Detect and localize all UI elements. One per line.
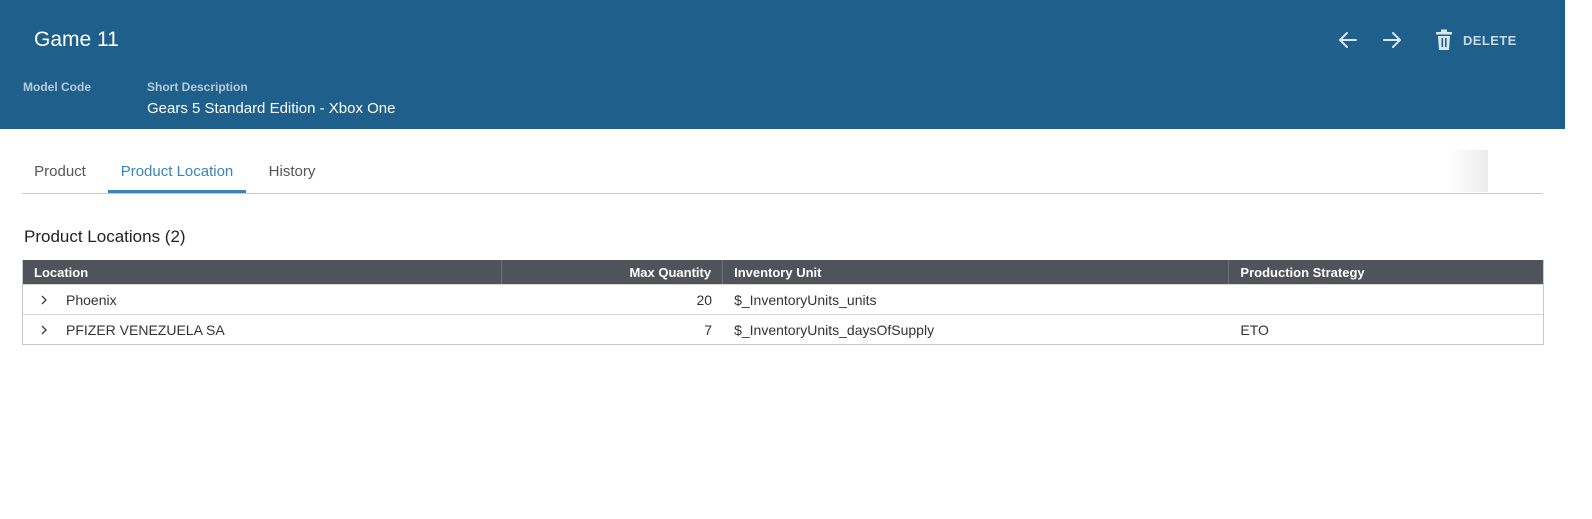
table-row[interactable]: PFIZER VENEZUELA SA 7 $_InventoryUnits_d… xyxy=(23,314,1543,344)
column-header-production-strategy[interactable]: Production Strategy xyxy=(1229,260,1543,284)
production-strategy-cell xyxy=(1229,285,1543,314)
tab-scroll-fade xyxy=(1448,150,1488,192)
location-cell: PFIZER VENEZUELA SA xyxy=(23,315,502,344)
tab-product-location[interactable]: Product Location xyxy=(108,150,246,193)
tab-history[interactable]: History xyxy=(256,150,328,193)
chevron-right-icon[interactable] xyxy=(34,325,54,335)
grid-header: Location Max Quantity Inventory Unit Pro… xyxy=(23,260,1543,284)
trash-icon xyxy=(1436,29,1452,50)
delete-button[interactable]: DELETE xyxy=(1434,26,1517,54)
inventory-unit-cell: $_InventoryUnits_units xyxy=(734,291,877,308)
short-description-value: Gears 5 Standard Edition - Xbox One xyxy=(147,100,396,117)
arrow-right-icon xyxy=(1383,32,1401,48)
record-header: Game 11 DELETE Model Code Short Descript… xyxy=(0,0,1565,129)
table-row[interactable]: Phoenix 20 $_InventoryUnits_units xyxy=(23,284,1543,314)
production-strategy-cell: ETO xyxy=(1240,321,1269,338)
next-record-button[interactable] xyxy=(1378,26,1406,54)
chevron-right-icon[interactable] xyxy=(34,295,54,305)
model-code-label: Model Code xyxy=(23,80,91,94)
column-header-max-quantity[interactable]: Max Quantity xyxy=(502,260,724,284)
inventory-unit-cell: $_InventoryUnits_daysOfSupply xyxy=(734,321,935,338)
product-locations-grid: Location Max Quantity Inventory Unit Pro… xyxy=(22,260,1544,345)
tab-product[interactable]: Product xyxy=(22,150,98,193)
record-title: Game 11 xyxy=(34,28,119,51)
location-text: PFIZER VENEZUELA SA xyxy=(66,321,225,338)
arrow-left-icon xyxy=(1339,32,1357,48)
location-text: Phoenix xyxy=(66,291,117,308)
max-quantity-cell: 7 xyxy=(704,321,713,338)
location-cell: Phoenix xyxy=(23,285,502,314)
short-description-label: Short Description xyxy=(147,80,248,94)
column-header-inventory-unit[interactable]: Inventory Unit xyxy=(723,260,1230,284)
delete-label: DELETE xyxy=(1463,32,1517,48)
section-title: Product Locations (2) xyxy=(24,227,186,246)
tab-bar: Product Product Location History xyxy=(22,150,1543,194)
previous-record-button[interactable] xyxy=(1334,26,1362,54)
column-header-location[interactable]: Location xyxy=(23,260,503,284)
max-quantity-cell: 20 xyxy=(696,291,713,308)
